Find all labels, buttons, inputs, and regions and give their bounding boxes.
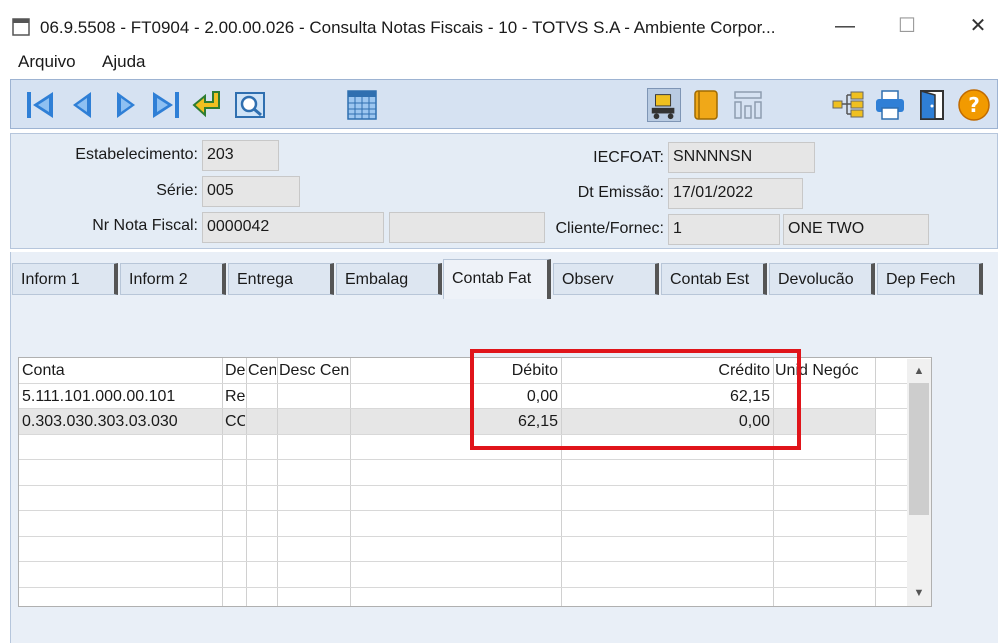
tab-inform-1[interactable]: Inform 1 [12, 263, 118, 295]
cell-conta[interactable]: 0.303.030.303.03.030 [22, 409, 220, 434]
grid-column-divider [350, 409, 351, 434]
toolbar: ? [10, 79, 998, 129]
exit-door-icon[interactable] [915, 88, 949, 122]
estabelecimento-field[interactable]: 203 [202, 140, 279, 171]
next-record-icon[interactable] [109, 88, 143, 122]
cliente-name-field[interactable]: ONE TWO [783, 214, 929, 245]
column-header-conta[interactable]: Conta [22, 358, 220, 383]
loader-icon[interactable] [647, 88, 681, 122]
cell-cen[interactable] [248, 384, 276, 409]
cell-cen[interactable] [248, 409, 276, 434]
highlight-box [470, 349, 801, 450]
dt-emissao-label: Dt Emissão: [577, 184, 664, 201]
first-record-icon[interactable] [23, 88, 57, 122]
grid-row-divider [19, 510, 907, 511]
calendar-icon[interactable] [345, 88, 379, 122]
cell-de[interactable]: CC [225, 409, 245, 434]
nr-nota-fiscal-label: Nr Nota Fiscal: [92, 217, 198, 234]
search-icon[interactable] [233, 88, 267, 122]
book-icon[interactable] [689, 88, 723, 122]
cliente-code-field[interactable]: 1 [668, 214, 780, 245]
grid-row-divider [19, 587, 907, 588]
tab-contab-est[interactable]: Contab Est [661, 263, 767, 295]
dt-emissao-field[interactable]: 17/01/2022 [668, 178, 803, 209]
grid-column-divider [875, 358, 876, 606]
estabelecimento-label: Estabelecimento: [75, 146, 198, 163]
window-title: 06.9.5508 - FT0904 - 2.00.00.026 - Consu… [40, 18, 776, 37]
minimize-button[interactable]: — [822, 8, 868, 44]
svg-text:?: ? [968, 93, 980, 117]
grid-row-divider [19, 485, 907, 486]
maximize-button[interactable]: ☐ [884, 8, 930, 44]
go-to-icon[interactable] [191, 88, 225, 122]
scroll-down-icon[interactable]: ▼ [909, 583, 929, 603]
grid-column-divider [246, 409, 247, 434]
grid-column-divider [350, 358, 351, 606]
tab-entrega[interactable]: Entrega [228, 263, 334, 295]
tab-inform-2[interactable]: Inform 2 [120, 263, 226, 295]
cell-de[interactable]: Re [225, 384, 245, 409]
grid-column-divider [246, 358, 247, 606]
column-header-de[interactable]: De [225, 358, 245, 383]
tab-contab-fat[interactable]: Contab Fat [443, 259, 551, 299]
menu-arquivo[interactable]: Arquivo [18, 52, 76, 72]
grid-row-divider [19, 536, 907, 537]
grid-column-divider [222, 409, 223, 434]
menu-ajuda[interactable]: Ajuda [102, 52, 145, 72]
column-header-cen[interactable]: Cen [248, 358, 276, 383]
grid-row-divider [19, 459, 907, 460]
scroll-thumb[interactable] [909, 383, 929, 515]
menu-bar: Arquivo Ajuda [8, 48, 998, 76]
print-icon[interactable] [873, 88, 907, 122]
cell-desc-cen[interactable] [279, 384, 349, 409]
tab-devolucao[interactable]: Devolucão [769, 263, 875, 295]
scroll-up-icon[interactable]: ▲ [909, 361, 929, 381]
nr-nota-fiscal-field[interactable]: 0000042 [202, 212, 384, 243]
tab-observ[interactable]: Observ [553, 263, 659, 295]
title-bar: 06.9.5508 - FT0904 - 2.00.00.026 - Consu… [0, 0, 1000, 46]
tab-embalag[interactable]: Embalag [336, 263, 442, 295]
grid-row-divider [19, 561, 907, 562]
tab-dep-fech[interactable]: Dep Fech [877, 263, 983, 295]
cliente-fornec-label: Cliente/Fornec: [555, 220, 665, 237]
cell-desc-cen[interactable] [279, 409, 349, 434]
help-icon[interactable]: ? [957, 88, 991, 122]
grid-column-divider [277, 409, 278, 434]
cell-conta[interactable]: 5.111.101.000.00.101 [22, 384, 220, 409]
close-button[interactable]: ✕ [955, 8, 1000, 44]
tree-icon[interactable] [831, 88, 865, 122]
column-header-desc-cen[interactable]: Desc Cen [279, 358, 349, 383]
nr-nota-extra-field[interactable] [389, 212, 545, 243]
grid-column-divider [222, 358, 223, 606]
grid-column-divider [277, 358, 278, 606]
serie-label: Série: [156, 182, 198, 199]
app-icon [12, 18, 30, 36]
serie-field[interactable]: 005 [202, 176, 300, 207]
iecfoat-field[interactable]: SNNNNSN [668, 142, 815, 173]
iecfoat-label: IECFOAT: [593, 149, 664, 166]
last-record-icon[interactable] [149, 88, 183, 122]
columns-icon[interactable] [731, 88, 765, 122]
previous-record-icon[interactable] [65, 88, 99, 122]
